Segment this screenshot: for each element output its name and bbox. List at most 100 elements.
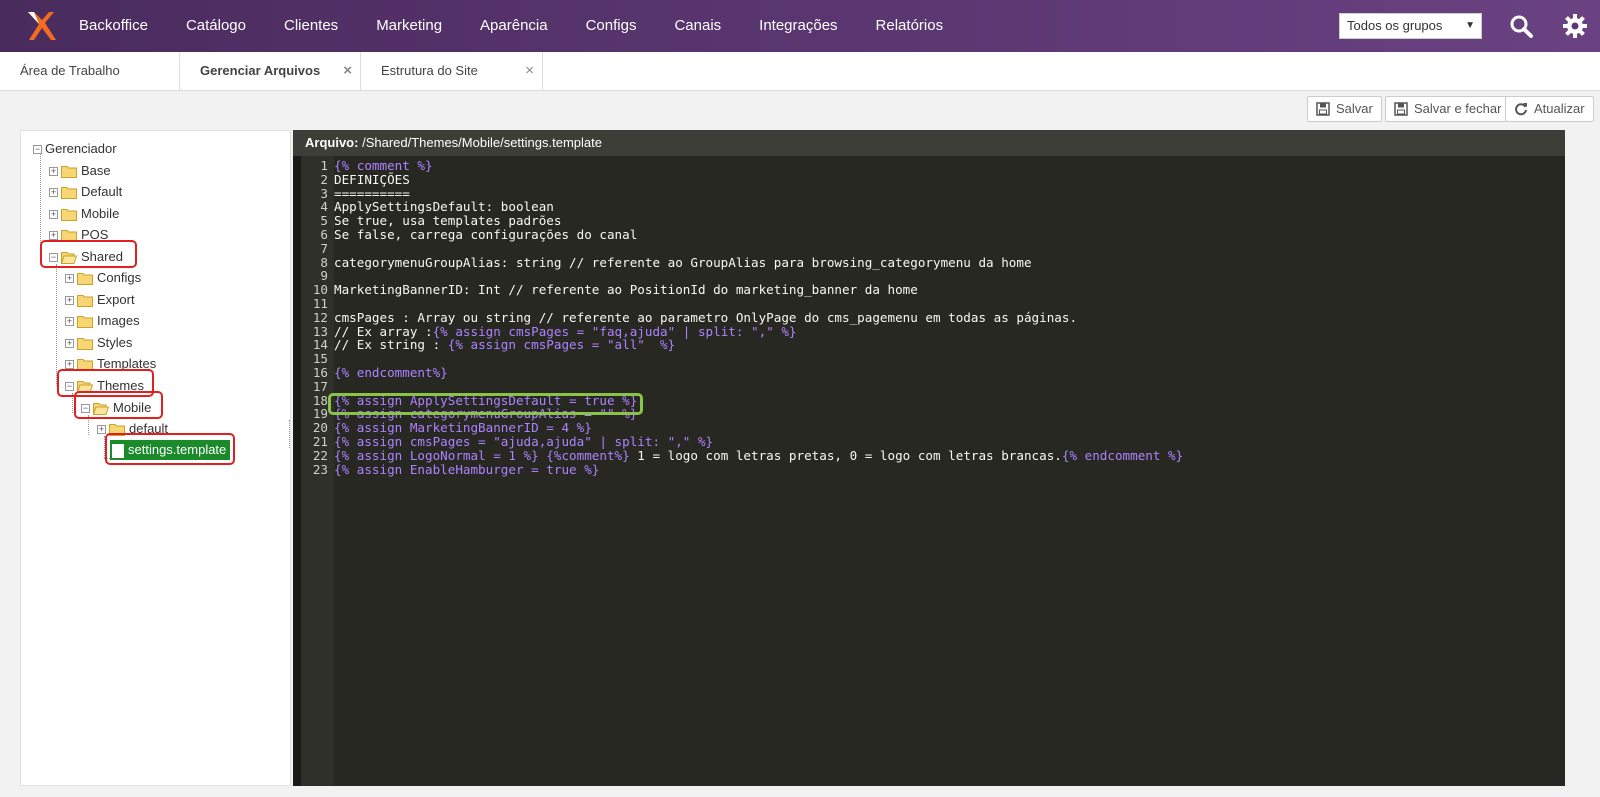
folder-icon xyxy=(77,273,93,286)
code-text: categorymenuGroupAlias: string // refere… xyxy=(334,254,1032,270)
expand-icon[interactable]: + xyxy=(65,360,74,370)
floppy-icon xyxy=(1394,102,1408,116)
code-text: // Ex array : xyxy=(334,323,433,339)
code-text: cmsPages : Array ou string // referente … xyxy=(334,309,1078,325)
highlight-shared xyxy=(40,240,137,268)
expand-icon[interactable]: + xyxy=(65,317,74,327)
code-line[interactable]: 22 {% assign LogoNormal = 1 %} {%comment%… xyxy=(301,447,1183,463)
tree-node-label: Images xyxy=(97,313,140,328)
tree-node-export[interactable]: + Export xyxy=(65,290,135,310)
highlight-apply-settings-line xyxy=(328,393,643,415)
code-editor[interactable]: 1 {% comment %} 2 DEFINIÇÕES 3 ========== 4 App… xyxy=(293,156,1565,786)
code-line[interactable]: 14 // Ex string : {% assign cmsPages = "a… xyxy=(301,338,1183,352)
gear-icon[interactable] xyxy=(1562,13,1588,39)
code-line[interactable]: 15 xyxy=(301,352,1183,366)
line-number: 20 xyxy=(312,420,328,436)
expand-icon[interactable]: + xyxy=(65,339,74,349)
code-text: ========== xyxy=(334,185,410,201)
nav-configs[interactable]: Configs xyxy=(586,0,657,52)
code-tag: {% assign MarketingBannerID = 4 %} xyxy=(334,420,592,436)
code-tag: {% comment %} xyxy=(334,158,433,173)
collapse-icon[interactable]: − xyxy=(33,145,42,155)
tab-gerenciar-arquivos[interactable]: Gerenciar Arquivos × xyxy=(179,52,361,90)
close-icon[interactable]: × xyxy=(343,52,352,90)
code-line[interactable]: 7 xyxy=(301,241,1183,256)
code-line[interactable]: 10 MarketingBannerID: Int // referente ao… xyxy=(301,283,1183,297)
code-line[interactable]: 12 cmsPages : Array ou string // referent… xyxy=(301,309,1183,325)
highlight-settings-file xyxy=(105,433,235,465)
code-text: Se false, carrega configurações do canal xyxy=(334,226,638,242)
code-line[interactable]: 17 xyxy=(301,378,1183,394)
code-line[interactable]: 23 {% assign EnableHamburger = true %} xyxy=(301,461,1183,477)
code-line[interactable]: 5 Se true, usa templates padrões xyxy=(301,214,1183,228)
code-line[interactable]: 21 {% assign cmsPages = "ajuda,ajuda" | s… xyxy=(301,435,1183,449)
line-number: 8 xyxy=(320,254,328,270)
code-line[interactable]: 13 // Ex array :{% assign cmsPages = "faq… xyxy=(301,323,1183,339)
code-line[interactable]: 20 {% assign MarketingBannerID = 4 %} xyxy=(301,421,1183,435)
tree-node-label: Configs xyxy=(97,270,142,285)
code-line[interactable]: 11 xyxy=(301,297,1183,311)
line-number: 15 xyxy=(312,351,328,367)
search-icon[interactable] xyxy=(1508,13,1534,39)
save-button[interactable]: Salvar xyxy=(1307,96,1382,122)
close-icon[interactable]: × xyxy=(525,52,534,90)
line-number: 12 xyxy=(312,309,328,325)
refresh-icon xyxy=(1515,103,1527,116)
expand-icon[interactable]: + xyxy=(49,188,58,198)
expand-icon[interactable]: + xyxy=(65,274,74,284)
code-line[interactable]: 1 {% comment %} xyxy=(301,159,1183,173)
tree-node-base[interactable]: + Base xyxy=(49,161,111,181)
expand-icon[interactable]: + xyxy=(49,231,58,241)
code-line[interactable]: 8 categorymenuGroupAlias: string // refer… xyxy=(301,254,1183,270)
save-and-close-button[interactable]: Salvar e fechar xyxy=(1385,96,1511,122)
code-line[interactable]: 2 DEFINIÇÕES xyxy=(301,172,1183,187)
line-number: 17 xyxy=(312,378,328,394)
file-path-value: /Shared/Themes/Mobile/settings.template xyxy=(362,135,602,150)
folder-icon xyxy=(77,338,93,351)
refresh-label: Atualizar xyxy=(1534,101,1585,116)
tree-node-images[interactable]: + Images xyxy=(65,311,140,331)
code-content[interactable]: 1 {% comment %} 2 DEFINIÇÕES 3 ========== 4 App… xyxy=(301,159,1183,476)
nav-clientes[interactable]: Clientes xyxy=(284,0,358,52)
tree-node-configs[interactable]: + Configs xyxy=(65,268,141,288)
tree-node-styles[interactable]: + Styles xyxy=(65,333,132,353)
refresh-button[interactable]: Atualizar xyxy=(1505,96,1594,122)
code-line[interactable]: 16 {% endcomment%} xyxy=(301,366,1183,380)
group-select-value: Todos os grupos xyxy=(1347,18,1443,33)
brand-logo-icon[interactable] xyxy=(25,9,57,43)
tab-estrutura-do-site[interactable]: Estrutura do Site × xyxy=(361,52,543,90)
nav-catalogo[interactable]: Catálogo xyxy=(186,0,266,52)
expand-icon[interactable]: + xyxy=(49,210,58,220)
tree-root[interactable]: − Gerenciador xyxy=(33,139,117,159)
save-label: Salvar xyxy=(1336,101,1373,116)
folder-icon xyxy=(61,166,77,179)
code-line[interactable]: 6 Se false, carrega configurações do cana… xyxy=(301,228,1183,242)
nav-backoffice[interactable]: Backoffice xyxy=(79,0,168,52)
nav-relatorios[interactable]: Relatórios xyxy=(876,0,964,52)
code-line[interactable]: 4 ApplySettingsDefault: boolean xyxy=(301,200,1183,214)
nav-marketing[interactable]: Marketing xyxy=(376,0,462,52)
line-number: 9 xyxy=(320,268,328,284)
tree-node-mobile[interactable]: + Mobile xyxy=(49,204,119,224)
tab-label: Gerenciar Arquivos xyxy=(200,63,321,78)
tree-node-default[interactable]: + Default xyxy=(49,182,122,202)
group-select[interactable]: Todos os grupos ▼ xyxy=(1339,13,1482,39)
nav-aparencia[interactable]: Aparência xyxy=(480,0,568,52)
tab-area-de-trabalho[interactable]: Área de Trabalho xyxy=(0,52,180,90)
code-tag: {% assign LogoNormal = 1 %} {%comment%} xyxy=(334,447,630,463)
expand-icon[interactable]: + xyxy=(65,296,74,306)
code-line[interactable]: 9 xyxy=(301,269,1183,283)
code-text: ApplySettingsDefault: boolean xyxy=(334,199,554,215)
line-number: 4 xyxy=(320,199,328,215)
code-tag: {% assign cmsPages = "faq,ajuda" | split… xyxy=(432,323,797,339)
line-number: 5 xyxy=(320,213,328,229)
expand-icon[interactable]: + xyxy=(97,425,106,435)
folder-icon xyxy=(77,316,93,329)
expand-icon[interactable]: + xyxy=(49,167,58,177)
nav-canais[interactable]: Canais xyxy=(674,0,741,52)
file-path-label: Arquivo: xyxy=(305,135,359,150)
tab-label: Estrutura do Site xyxy=(381,63,478,78)
line-number: 23 xyxy=(312,461,328,477)
code-line[interactable]: 3 ========== xyxy=(301,185,1183,201)
nav-integracoes[interactable]: Integrações xyxy=(759,0,857,52)
